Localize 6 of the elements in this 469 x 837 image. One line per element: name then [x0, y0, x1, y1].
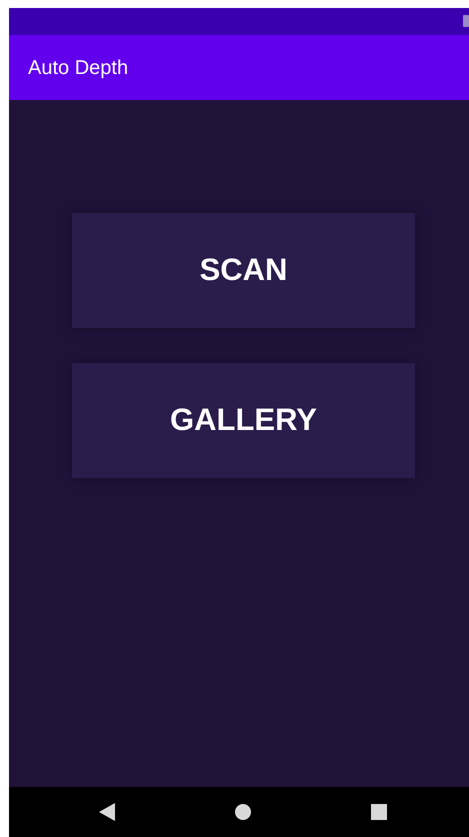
battery-icon [463, 15, 469, 27]
menu-button[interactable]: SCAN [72, 213, 415, 328]
home-icon[interactable] [235, 804, 251, 820]
menu-button[interactable]: GALLERY [72, 363, 415, 478]
back-icon[interactable] [99, 803, 115, 821]
app-title: Auto Depth [28, 58, 128, 78]
